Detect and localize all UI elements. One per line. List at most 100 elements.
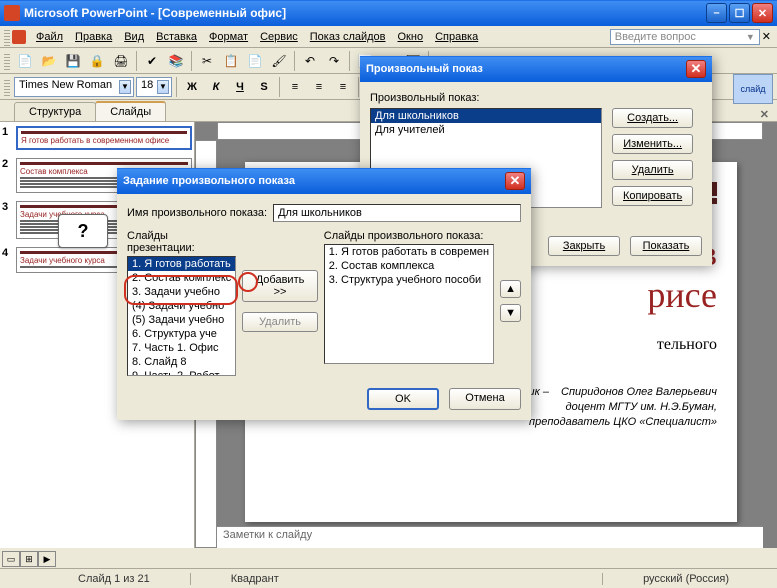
slide-thumb[interactable]: 1 Я готов работать в современном офисе (2, 126, 192, 150)
new-doc-icon[interactable]: 📄 (14, 50, 36, 72)
menu-help[interactable]: Справка (429, 29, 484, 45)
dialog-titlebar[interactable]: Задание произвольного показа ✕ (117, 168, 531, 194)
menu-file[interactable]: Файл (30, 29, 69, 45)
callout-help: ? (58, 214, 108, 248)
list-item[interactable]: 3. Структура учебного пособи (325, 273, 493, 287)
create-button[interactable]: Создать... (612, 108, 693, 128)
close-icon[interactable]: ✕ (505, 172, 525, 190)
save-icon[interactable]: 💾 (62, 50, 84, 72)
statusbar: Слайд 1 из 21 Квадрант русский (Россия) (0, 568, 777, 588)
app-icon (4, 5, 20, 21)
list-item[interactable]: 2. Состав комплекса (325, 259, 493, 273)
chevron-down-icon[interactable]: ▼ (157, 80, 169, 94)
list-item[interactable]: 8. Слайд 8 (128, 355, 235, 369)
menu-format[interactable]: Формат (203, 29, 254, 45)
window-title: Microsoft PowerPoint - [Современный офис… (24, 6, 706, 20)
ask-placeholder: Введите вопрос (615, 31, 696, 43)
italic-button[interactable]: К (205, 76, 227, 98)
menu-slideshow[interactable]: Показ слайдов (304, 29, 392, 45)
list-item[interactable]: 9. Часть 2. Работ (128, 369, 235, 376)
paste-icon[interactable]: 📄 (244, 50, 266, 72)
tab-close-button[interactable]: ✕ (752, 108, 777, 121)
delete-button[interactable]: Удалить (612, 160, 693, 180)
menu-view[interactable]: Вид (118, 29, 150, 45)
underline-button[interactable]: Ч (229, 76, 251, 98)
research-icon[interactable]: 📚 (165, 50, 187, 72)
move-down-button[interactable]: ▼ (500, 304, 521, 322)
remove-button[interactable]: Удалить (242, 312, 318, 332)
sorter-view-icon[interactable]: ⊞ (20, 551, 38, 567)
chevron-down-icon[interactable]: ▼ (119, 80, 131, 94)
define-show-dialog: Задание произвольного показа ✕ Имя произ… (117, 168, 531, 420)
undo-icon[interactable]: ↶ (299, 50, 321, 72)
align-right-icon[interactable]: ≡ (332, 76, 354, 98)
view-buttons: ▭ ⊞ ▶ (2, 551, 56, 567)
ok-button[interactable]: OK (367, 388, 439, 410)
list-item[interactable]: 3. Задачи учебно (128, 285, 235, 299)
permission-icon[interactable]: 🔒 (86, 50, 108, 72)
tab-slides[interactable]: Слайды (95, 101, 166, 121)
label: Слайды презентации: (127, 230, 236, 254)
list-item[interactable]: (4) Задачи учебно (128, 299, 235, 313)
show-name-input[interactable] (273, 204, 521, 222)
bold-button[interactable]: Ж (181, 76, 203, 98)
notes-pane[interactable]: Заметки к слайду (217, 526, 763, 548)
list-item[interactable]: 1. Я готов работать в современ (325, 245, 493, 259)
list-item[interactable]: 1. Я готов работать (128, 257, 235, 271)
shadow-button[interactable]: S (253, 76, 275, 98)
taskpane-slide-design[interactable]: слайд (733, 74, 773, 104)
edit-button[interactable]: Изменить... (612, 134, 693, 154)
label: Имя произвольного показа: (127, 207, 267, 219)
add-button[interactable]: Добавить >> (242, 270, 318, 302)
redo-icon[interactable]: ↷ (323, 50, 345, 72)
list-item[interactable]: Для школьников (371, 109, 601, 123)
menu-window[interactable]: Окно (392, 29, 430, 45)
doc-icon (12, 30, 26, 44)
menubar: Файл Правка Вид Вставка Формат Сервис По… (0, 26, 777, 48)
font-combo[interactable]: Times New Roman▼ (14, 77, 134, 97)
move-up-button[interactable]: ▲ (500, 280, 521, 298)
copy-icon[interactable]: 📋 (220, 50, 242, 72)
cut-icon[interactable]: ✂ (196, 50, 218, 72)
slideshow-view-icon[interactable]: ▶ (38, 551, 56, 567)
menu-tools[interactable]: Сервис (254, 29, 304, 45)
minimize-button[interactable]: – (706, 3, 727, 23)
normal-view-icon[interactable]: ▭ (2, 551, 20, 567)
titlebar: Microsoft PowerPoint - [Современный офис… (0, 0, 777, 26)
open-icon[interactable]: 📂 (38, 50, 60, 72)
status-slide: Слайд 1 из 21 (8, 573, 190, 585)
grip-icon (4, 78, 10, 96)
cancel-button[interactable]: Отмена (449, 388, 521, 410)
maximize-button[interactable]: ☐ (729, 3, 750, 23)
menu-edit[interactable]: Правка (69, 29, 118, 45)
list-item[interactable]: 2. Состав комплекс (128, 271, 235, 285)
align-left-icon[interactable]: ≡ (284, 76, 306, 98)
chevron-down-icon[interactable]: ▼ (746, 32, 755, 42)
show-button[interactable]: Показать (630, 236, 702, 256)
copy-button[interactable]: Копировать (612, 186, 693, 206)
spellcheck-icon[interactable]: ✔ (141, 50, 163, 72)
close-icon[interactable]: ✕ (686, 60, 706, 78)
list-item[interactable]: (5) Задачи учебно (128, 313, 235, 327)
print-icon[interactable]: 🖨 (110, 50, 132, 72)
grip-icon (4, 52, 10, 70)
status-layout: Квадрант (190, 573, 319, 585)
menu-insert[interactable]: Вставка (150, 29, 203, 45)
all-slides-listbox[interactable]: 1. Я готов работать2. Состав комплекс3. … (127, 256, 236, 376)
show-slides-listbox[interactable]: 1. Я готов работать в современ2. Состав … (324, 244, 494, 364)
list-item[interactable]: 7. Часть 1. Офис (128, 341, 235, 355)
ask-input[interactable]: Введите вопрос ▼ (610, 29, 760, 45)
align-center-icon[interactable]: ≡ (308, 76, 330, 98)
status-lang: русский (Россия) (602, 573, 769, 585)
list-item[interactable]: Для учителей (371, 123, 601, 137)
label: Произвольный показ: (370, 92, 702, 104)
mdi-close-button[interactable]: ✕ (760, 28, 773, 45)
dialog-titlebar[interactable]: Произвольный показ ✕ (360, 56, 712, 82)
close-dialog-button[interactable]: Закрыть (548, 236, 620, 256)
format-painter-icon[interactable]: 🖌 (268, 50, 290, 72)
tab-outline[interactable]: Структура (14, 102, 96, 121)
close-button[interactable]: ✕ (752, 3, 773, 23)
size-combo[interactable]: 18▼ (136, 77, 172, 97)
list-item[interactable]: 6. Структура уче (128, 327, 235, 341)
label: Слайды произвольного показа: (324, 230, 494, 242)
